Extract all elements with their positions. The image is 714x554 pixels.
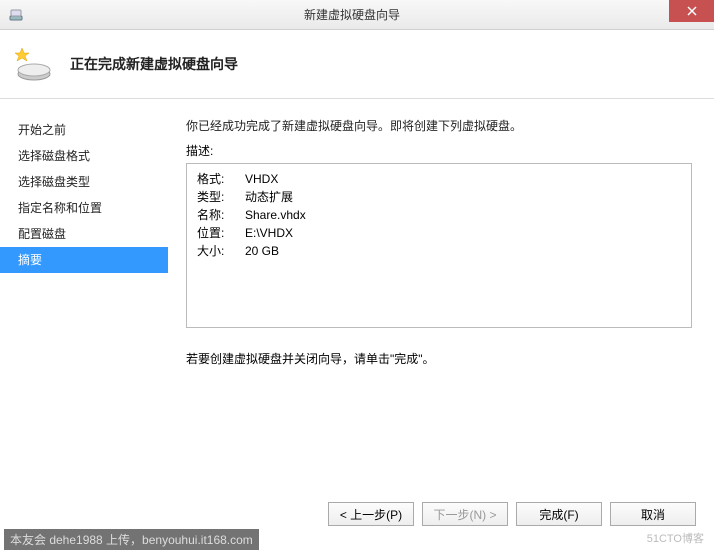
wizard-icon	[14, 44, 54, 84]
sidebar-item-2[interactable]: 选择磁盘类型	[0, 169, 168, 195]
summary-value: E:\VHDX	[245, 224, 293, 242]
summary-row: 名称:Share.vhdx	[197, 206, 681, 224]
intro-text: 你已经成功完成了新建虚拟硬盘向导。即将创建下列虚拟硬盘。	[186, 117, 692, 134]
titlebar-title: 新建虚拟硬盘向导	[30, 6, 714, 23]
button-bar: < 上一步(P) 下一步(N) > 完成(F) 取消	[328, 502, 696, 526]
wizard-main: 你已经成功完成了新建虚拟硬盘向导。即将创建下列虚拟硬盘。 描述: 格式:VHDX…	[168, 99, 714, 514]
next-button: 下一步(N) >	[422, 502, 508, 526]
wizard-sidebar: 开始之前选择磁盘格式选择磁盘类型指定名称和位置配置磁盘摘要	[0, 99, 168, 514]
summary-value: Share.vhdx	[245, 206, 306, 224]
summary-value: 20 GB	[245, 242, 279, 260]
close-button[interactable]	[669, 0, 714, 22]
summary-row: 类型:动态扩展	[197, 188, 681, 206]
titlebar: 新建虚拟硬盘向导	[0, 0, 714, 30]
sidebar-item-0[interactable]: 开始之前	[0, 117, 168, 143]
app-icon	[8, 7, 24, 23]
sidebar-item-5[interactable]: 摘要	[0, 247, 168, 273]
summary-row: 位置:E:\VHDX	[197, 224, 681, 242]
footer-caption: 本友会 dehe1988 上传，benyouhui.it168.com	[4, 529, 259, 550]
summary-key: 名称:	[197, 206, 245, 224]
cancel-button[interactable]: 取消	[610, 502, 696, 526]
wizard-content: 开始之前选择磁盘格式选择磁盘类型指定名称和位置配置磁盘摘要 你已经成功完成了新建…	[0, 99, 714, 514]
sidebar-item-3[interactable]: 指定名称和位置	[0, 195, 168, 221]
summary-key: 大小:	[197, 242, 245, 260]
summary-row: 大小:20 GB	[197, 242, 681, 260]
wizard-header-title: 正在完成新建虚拟硬盘向导	[70, 54, 238, 74]
summary-key: 位置:	[197, 224, 245, 242]
summary-key: 格式:	[197, 170, 245, 188]
prev-button[interactable]: < 上一步(P)	[328, 502, 414, 526]
watermark: 51CTO博客	[647, 530, 704, 546]
description-label: 描述:	[186, 142, 692, 159]
summary-value: VHDX	[245, 170, 278, 188]
summary-box: 格式:VHDX类型:动态扩展名称:Share.vhdx位置:E:\VHDX大小:…	[186, 163, 692, 328]
sidebar-item-4[interactable]: 配置磁盘	[0, 221, 168, 247]
summary-key: 类型:	[197, 188, 245, 206]
summary-value: 动态扩展	[245, 188, 293, 206]
summary-row: 格式:VHDX	[197, 170, 681, 188]
finish-button[interactable]: 完成(F)	[516, 502, 602, 526]
sidebar-item-1[interactable]: 选择磁盘格式	[0, 143, 168, 169]
wizard-header: 正在完成新建虚拟硬盘向导	[0, 30, 714, 99]
hint-text: 若要创建虚拟硬盘并关闭向导，请单击"完成"。	[186, 350, 692, 367]
